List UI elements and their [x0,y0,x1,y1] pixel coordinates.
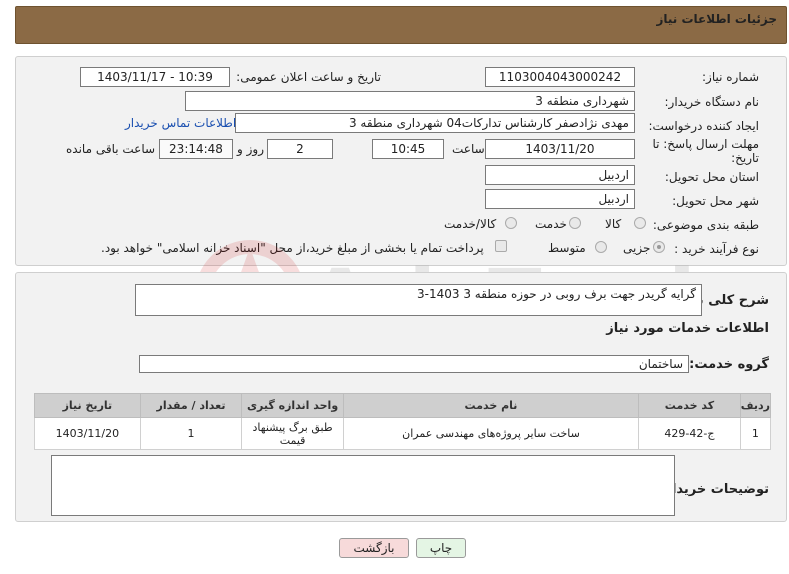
province-field[interactable]: اردبیل [485,165,635,185]
city-field[interactable]: اردبیل [485,189,635,209]
deadline-date-field[interactable]: 1403/11/20 [485,139,635,159]
col-qty: تعداد / مقدار [139,393,243,418]
category-label: طبقه بندی موضوعی: [652,218,759,232]
need-number-field[interactable]: 1103004043000242 [485,67,635,87]
deadline-label-2: تاریخ: [731,151,759,165]
treasury-payment-checkbox[interactable] [495,240,507,252]
col-unit: واحد اندازه گیری [241,393,344,418]
treasury-payment-note: پرداخت تمام یا بخشی از مبلغ خرید،از محل … [101,241,484,255]
category-service-radio[interactable] [569,217,581,229]
deadline-label: مهلت ارسال پاسخ: تا [652,137,759,151]
cell-qty: 1 [139,417,243,450]
buyer-notes-textarea[interactable] [51,455,675,516]
province-label: استان محل تحویل: [664,170,759,184]
deadline-time-field[interactable]: 10:45 [372,139,444,159]
col-code: کد خدمت [638,393,741,418]
process-medium-radio[interactable] [595,241,607,253]
service-group-field[interactable]: ساختمان [139,355,689,373]
city-label: شهر محل تحویل: [672,194,759,208]
print-button[interactable]: چاپ [416,538,466,558]
process-minor-radio[interactable] [653,241,665,253]
buyer-notes-label: توضیحات خریدار: [659,482,769,497]
creator-field[interactable]: مهدی نژادصفر کارشناس تدارکات04 شهرداری م… [235,113,635,133]
cell-row: 1 [739,417,772,450]
announce-date-field[interactable]: 1403/11/17 - 10:39 [80,67,230,87]
process-type-label: نوع فرآیند خرید : [674,242,759,256]
services-table: ردیف کد خدمت نام خدمت واحد اندازه گیری ت… [34,393,772,450]
buyer-org-label: نام دستگاه خریدار: [664,95,760,109]
page-title: جزئیات اطلاعات نیاز [656,12,777,26]
service-group-label: گروه خدمت: [689,357,769,372]
announce-date-label: تاریخ و ساعت اعلان عمومی: [236,70,381,84]
col-row: ردیف [739,393,772,418]
need-details-panel [15,56,787,266]
back-button[interactable]: بازگشت [339,538,409,558]
cell-unit: طبق برگ پیشنهاد قیمت [241,417,344,450]
cell-code: ج-42-429 [638,417,741,450]
col-date: تاریخ نیاز [34,393,141,418]
category-goods-service-radio[interactable] [505,217,517,229]
remaining-time-field[interactable]: 23:14:48 [159,139,233,159]
services-section-title: اطلاعات خدمات مورد نیاز [606,321,769,336]
process-minor-label: جزیی [623,241,651,255]
summary-textarea[interactable]: گرایه گریدر جهت برف روبی در حوزه منطقه 3… [135,284,702,316]
process-medium-label: متوسط [548,241,586,255]
deadline-time-label: ساعت [452,142,485,156]
category-goods-service-label: کالا/خدمت [444,217,497,231]
buyer-org-field[interactable]: شهرداری منطقه 3 [185,91,635,111]
table-row: 1 ج-42-429 ساخت سایر پروژه‌های مهندسی عم… [34,417,772,450]
need-number-label: شماره نیاز: [702,70,759,84]
category-goods-label: کالا [605,217,622,231]
remaining-days-label: روز و [237,142,264,156]
category-goods-radio[interactable] [634,217,646,229]
creator-label: ایجاد کننده درخواست: [648,119,759,133]
cell-date: 1403/11/20 [34,417,141,450]
category-service-label: خدمت [535,217,567,231]
remaining-time-label: ساعت باقی مانده [66,142,156,156]
remaining-days-field[interactable]: 2 [267,139,333,159]
buyer-contact-link[interactable]: اطلاعات تماس خریدار [125,116,236,130]
cell-name: ساخت سایر پروژه‌های مهندسی عمران [342,417,640,450]
col-name: نام خدمت [342,393,640,418]
